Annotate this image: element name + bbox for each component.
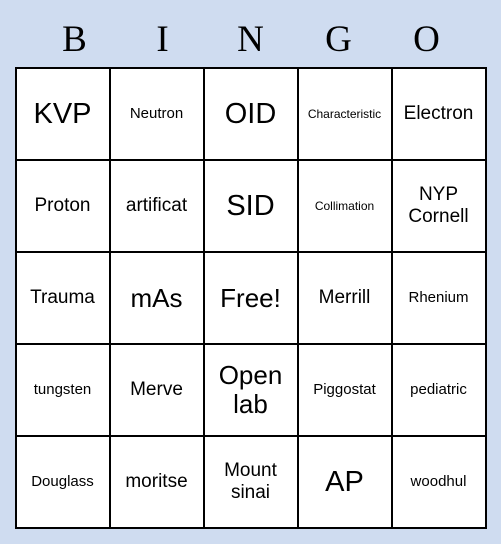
bingo-cell[interactable]: tungsten	[14, 343, 111, 437]
bingo-cell[interactable]: mAs	[108, 251, 205, 345]
bingo-cell[interactable]: Merrill	[296, 251, 393, 345]
bingo-cell[interactable]: AP	[296, 435, 393, 529]
bingo-cell[interactable]: pediatric	[390, 343, 487, 437]
bingo-cell[interactable]: Rhenium	[390, 251, 487, 345]
bingo-header-o: O	[413, 19, 440, 60]
bingo-header-n: N	[237, 19, 264, 60]
bingo-row: tungsten Merve Open lab Piggostat pediat…	[14, 343, 487, 437]
bingo-cell[interactable]: OID	[202, 67, 299, 161]
bingo-row: Trauma mAs Free! Merrill Rhenium	[14, 251, 487, 345]
bingo-cell[interactable]: Characteristic	[296, 67, 393, 161]
bingo-cell[interactable]: SID	[202, 159, 299, 253]
bingo-grid: KVP Neutron OID Characteristic Electron …	[14, 67, 487, 529]
bingo-row: Douglass moritse Mount sinai AP woodhul	[14, 435, 487, 529]
bingo-header-b: B	[62, 19, 87, 60]
bingo-header-i: I	[156, 19, 169, 60]
bingo-cell[interactable]: Piggostat	[296, 343, 393, 437]
bingo-cell[interactable]: Collimation	[296, 159, 393, 253]
bingo-cell[interactable]: NYP Cornell	[390, 159, 487, 253]
bingo-cell[interactable]: Electron	[390, 67, 487, 161]
bingo-cell[interactable]: artificat	[108, 159, 205, 253]
bingo-cell[interactable]: Neutron	[108, 67, 205, 161]
bingo-cell[interactable]: KVP	[14, 67, 111, 161]
bingo-cell[interactable]: Douglass	[14, 435, 111, 529]
bingo-cell[interactable]: Merve	[108, 343, 205, 437]
bingo-header-g: G	[325, 19, 352, 60]
bingo-cell[interactable]: moritse	[108, 435, 205, 529]
bingo-cell[interactable]: Trauma	[14, 251, 111, 345]
bingo-row: Proton artificat SID Collimation NYP Cor…	[14, 159, 487, 253]
bingo-cell[interactable]: woodhul	[390, 435, 487, 529]
bingo-cell[interactable]: Proton	[14, 159, 111, 253]
bingo-card: B I N G O KVP Neutron OID Characteristic…	[0, 0, 501, 544]
bingo-row: KVP Neutron OID Characteristic Electron	[14, 67, 487, 161]
bingo-cell[interactable]: Open lab	[202, 343, 299, 437]
bingo-cell[interactable]: Mount sinai	[202, 435, 299, 529]
bingo-header-row: B I N G O	[31, 0, 471, 62]
bingo-cell-free[interactable]: Free!	[202, 251, 299, 345]
